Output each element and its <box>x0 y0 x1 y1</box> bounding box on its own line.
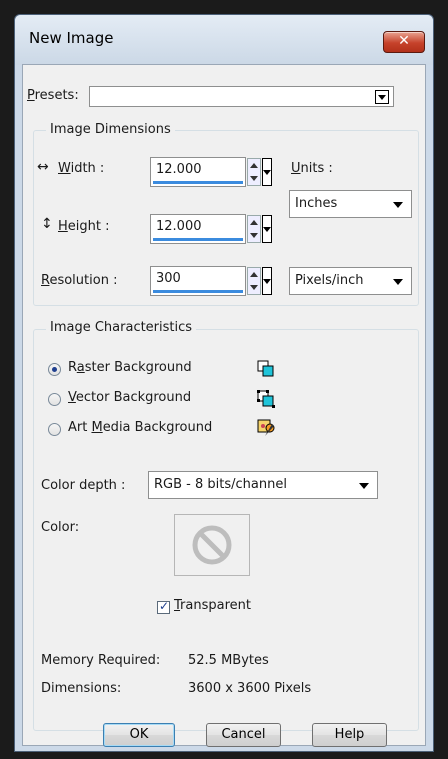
transparent-checkbox[interactable] <box>157 599 170 614</box>
dialog-client-area: Presets: Image Dimensions ↔ Width : 12.0… <box>22 64 426 747</box>
vector-background-radio[interactable] <box>48 393 61 406</box>
vector-layer-icon <box>257 390 275 408</box>
ok-button[interactable]: OK <box>103 723 175 747</box>
dialog-title: New Image <box>29 29 114 47</box>
cancel-button[interactable]: Cancel <box>206 723 281 747</box>
dimensions-label: Dimensions: <box>41 681 122 696</box>
color-label: Color: <box>41 520 80 535</box>
height-arrow-icon: ↕ <box>41 216 53 232</box>
resolution-unit-select[interactable]: Pixels/inch <box>289 267 412 295</box>
vector-background-label[interactable]: Vector Background <box>68 390 191 405</box>
image-characteristics-title: Image Characteristics <box>46 320 197 335</box>
height-dropdown-icon[interactable] <box>262 215 272 243</box>
art-media-background-label[interactable]: Art Media Background <box>68 420 212 435</box>
height-label: Height : <box>58 219 110 234</box>
resolution-label: Resolution : <box>41 273 118 288</box>
art-media-background-radio[interactable] <box>48 423 61 436</box>
resolution-dropdown-icon[interactable] <box>262 267 272 295</box>
color-depth-label: Color depth : <box>41 478 126 493</box>
height-value: 12.000 <box>156 219 202 234</box>
help-button[interactable]: Help <box>312 723 387 747</box>
width-label: Width : <box>58 161 105 176</box>
width-value: 12.000 <box>156 162 202 177</box>
memory-required-value: 52.5 MBytes <box>188 653 269 668</box>
units-value: Inches <box>295 196 338 211</box>
resolution-value: 300 <box>156 271 181 286</box>
units-label: Units : <box>291 161 333 176</box>
width-arrow-icon: ↔ <box>37 159 49 175</box>
title-bar[interactable]: New Image ✕ <box>15 15 433 65</box>
units-chevron-icon <box>393 202 403 208</box>
resolution-input[interactable]: 300 <box>150 266 246 296</box>
transparent-label[interactable]: Transparent <box>174 598 251 613</box>
resolution-focus-bar <box>153 290 243 293</box>
close-icon: ✕ <box>398 33 410 49</box>
new-image-dialog: New Image ✕ Presets: Image Dimensions ↔ … <box>14 14 434 752</box>
height-input[interactable]: 12.000 <box>150 214 246 244</box>
width-spinner[interactable] <box>247 158 261 186</box>
raster-background-radio[interactable] <box>48 363 61 376</box>
image-dimensions-title: Image Dimensions <box>46 122 175 137</box>
color-depth-chevron-icon <box>359 483 369 489</box>
no-color-icon <box>192 525 232 565</box>
dimensions-value: 3600 x 3600 Pixels <box>188 681 312 696</box>
height-focus-bar <box>153 238 243 241</box>
raster-background-label[interactable]: Raster Background <box>68 360 192 375</box>
width-input[interactable]: 12.000 <box>150 157 246 187</box>
art-media-icon <box>257 419 275 436</box>
resolution-unit-value: Pixels/inch <box>295 273 364 288</box>
color-depth-value: RGB - 8 bits/channel <box>154 477 287 492</box>
presets-dropdown-icon[interactable] <box>375 90 389 104</box>
close-button[interactable]: ✕ <box>383 31 425 53</box>
raster-layer-icon <box>257 360 274 377</box>
resolution-spinner[interactable] <box>247 267 261 295</box>
height-spinner[interactable] <box>247 215 261 243</box>
units-select[interactable]: Inches <box>289 190 412 218</box>
color-depth-select[interactable]: RGB - 8 bits/channel <box>148 471 378 499</box>
resolution-unit-chevron-icon <box>393 279 403 285</box>
width-dropdown-icon[interactable] <box>262 158 272 186</box>
presets-select[interactable] <box>89 86 394 107</box>
width-focus-bar <box>153 181 243 184</box>
memory-required-label: Memory Required: <box>41 653 161 668</box>
presets-label: Presets: <box>27 88 79 103</box>
color-swatch[interactable] <box>174 514 250 576</box>
